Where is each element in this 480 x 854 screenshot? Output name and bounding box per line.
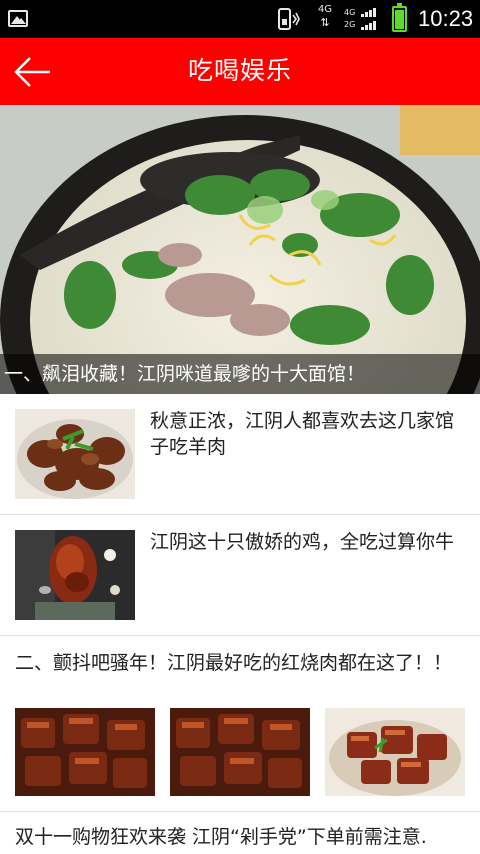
braised-pork-thumbnail — [170, 708, 310, 796]
page-title: 吃喝娱乐 — [187, 56, 292, 85]
sim2-label: 2G — [344, 20, 356, 29]
signal-strength-icon: 4G 2G — [344, 6, 378, 32]
article-title: 秋意正浓，江阴人都喜欢去这几家馆子吃羊肉 — [150, 410, 455, 458]
list-item[interactable]: 二、颤抖吧骚年！江阴最好吃的红烧肉都在这了！！ — [0, 636, 480, 812]
gallery-icon — [8, 10, 28, 27]
list-item[interactable]: 江阴这十只傲娇的鸡，全吃过算你牛 — [0, 515, 480, 636]
sim1-label: 4G — [344, 8, 356, 17]
vibrate-icon — [278, 8, 300, 30]
noodle-soup-image — [0, 105, 480, 394]
lamb-dish-thumbnail — [15, 409, 135, 499]
article-title: 二、颤抖吧骚年！江阴最好吃的红烧肉都在这了！！ — [15, 652, 453, 674]
signal-bars-icon — [361, 8, 376, 30]
clock: 10:23 — [418, 6, 474, 31]
braised-pork-bowl-thumbnail — [325, 708, 465, 796]
app-header: 吃喝娱乐 — [0, 38, 480, 105]
data-arrows-icon: ⇅ — [320, 16, 330, 29]
network-indicator: 4G ⇅ — [312, 4, 338, 34]
list-item[interactable]: 双十一购物狂欢来袭 江阴“剁手党”下单前需注意. — [0, 812, 480, 854]
roast-chicken-thumbnail — [15, 530, 135, 620]
article-title: 江阴这十只傲娇的鸡，全吃过算你牛 — [150, 531, 455, 553]
status-bar: 4G ⇅ 4G 2G 10:23 — [0, 0, 480, 38]
list-item[interactable]: 秋意正浓，江阴人都喜欢去这几家馆子吃羊肉 — [0, 394, 480, 515]
banner-caption: 一、飙泪收藏！江阴咪道最嗲的十大面馆！ — [0, 354, 480, 394]
braised-pork-thumbnail — [15, 708, 155, 796]
network-type-label: 4G — [317, 4, 333, 15]
article-title: 双十一购物狂欢来袭 江阴“剁手党”下单前需注意. — [15, 826, 427, 848]
battery-icon — [392, 3, 407, 32]
banner-article[interactable]: 一、飙泪收藏！江阴咪道最嗲的十大面馆！ — [0, 105, 480, 394]
